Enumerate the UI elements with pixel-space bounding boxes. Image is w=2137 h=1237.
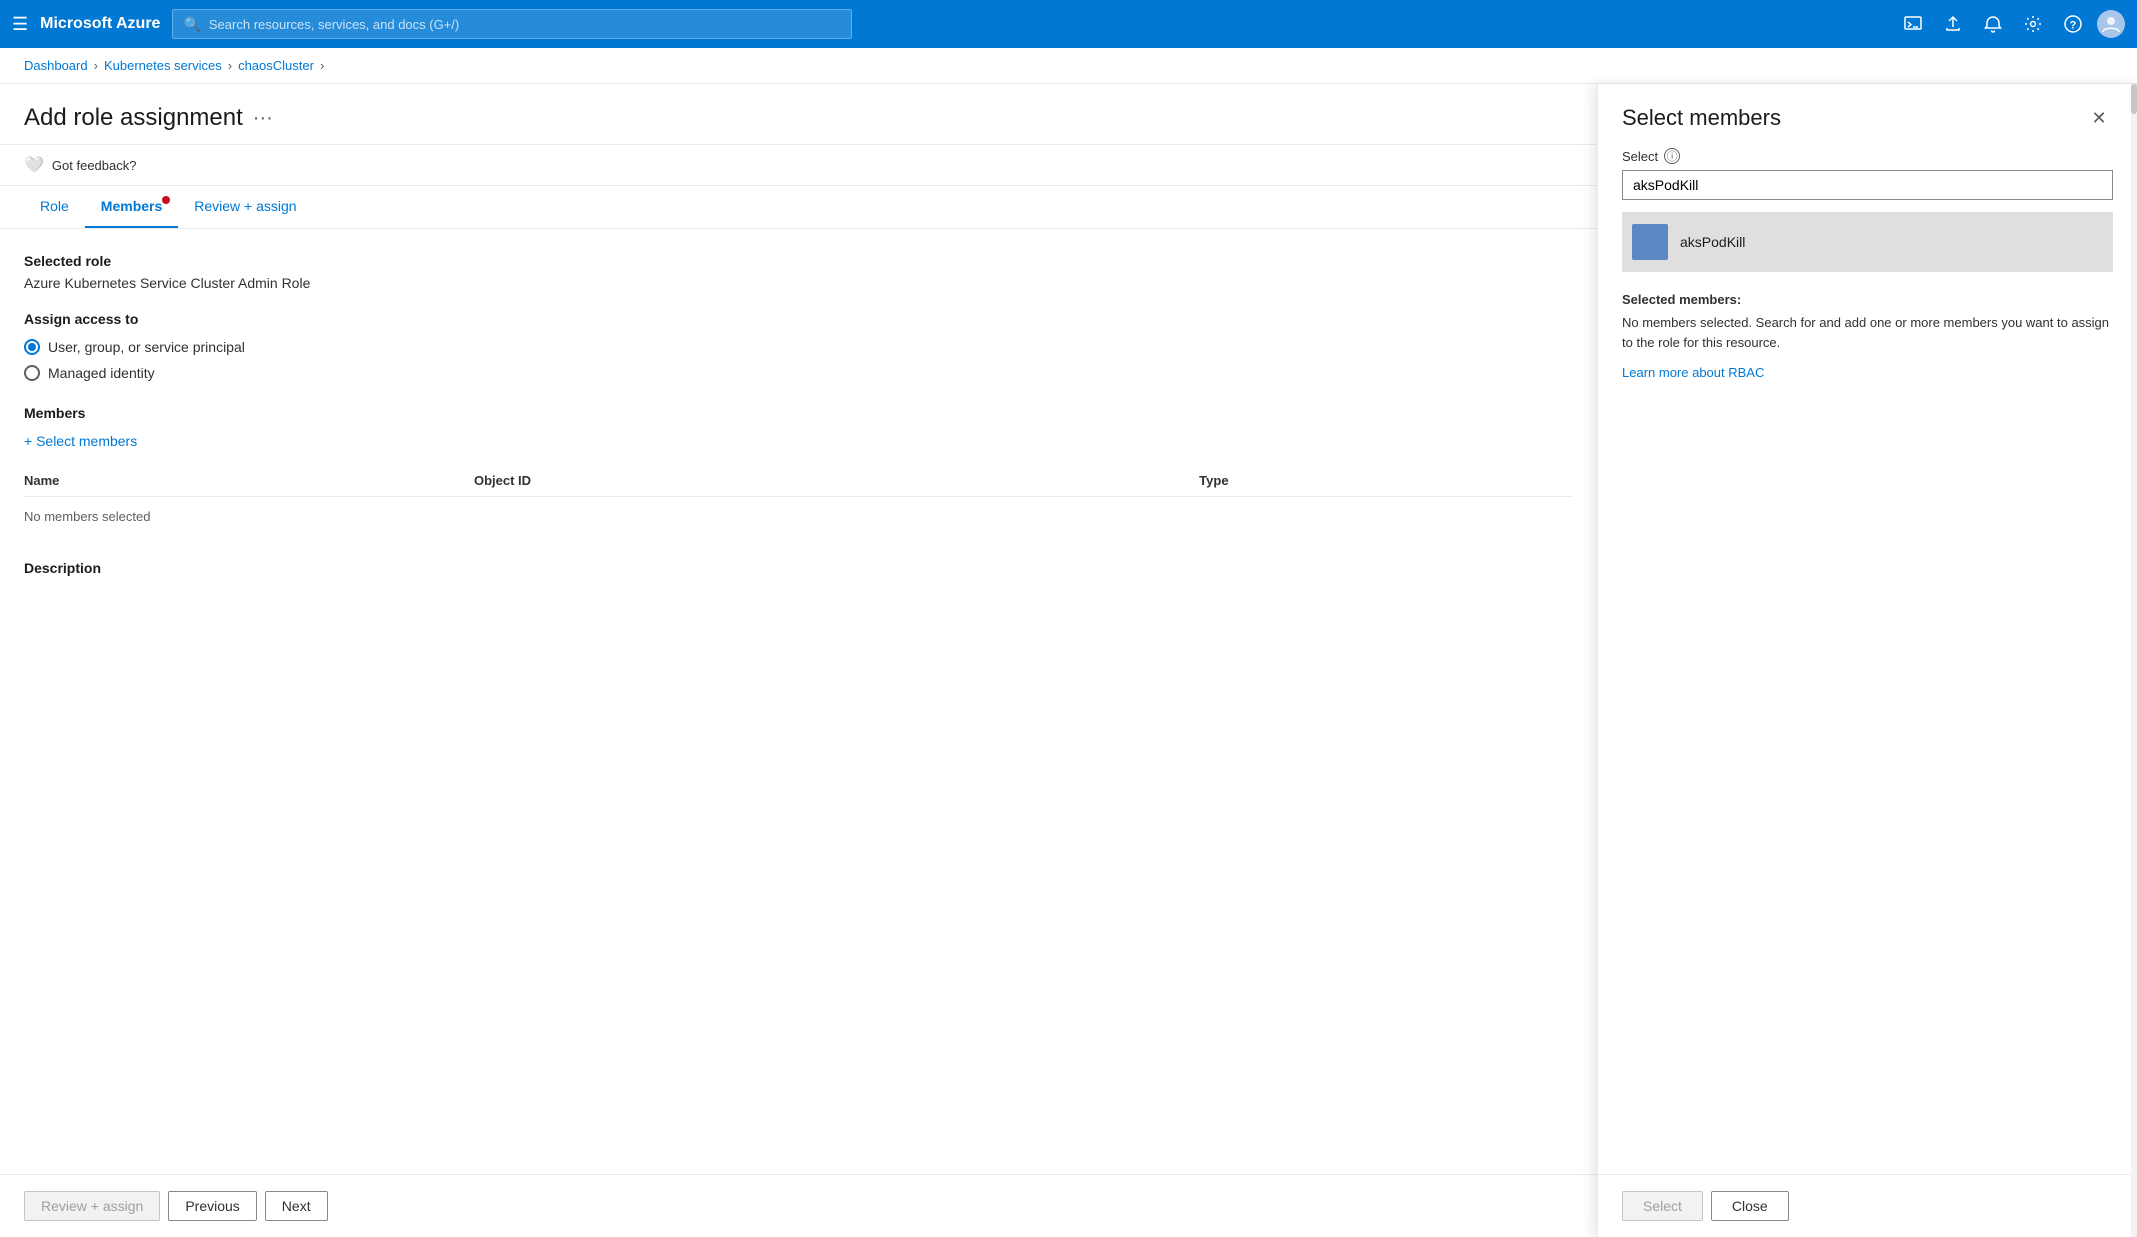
top-navigation: ☰ Microsoft Azure 🔍 ? bbox=[0, 0, 2137, 48]
more-options-button[interactable]: ··· bbox=[253, 107, 273, 130]
breadcrumb: Dashboard › Kubernetes services › chaosC… bbox=[0, 48, 2137, 84]
tab-members-dot bbox=[162, 196, 170, 204]
panel-scrollbar[interactable] bbox=[2131, 84, 2137, 1237]
breadcrumb-item-dashboard[interactable]: Dashboard bbox=[24, 58, 88, 73]
members-section: Members + Select members Name Object ID … bbox=[24, 405, 1573, 536]
panel-content: Select ⓘ aksPodKill Selected members: No… bbox=[1598, 148, 2137, 1174]
members-label: Members bbox=[24, 405, 1573, 421]
scrollbar-thumb bbox=[2131, 84, 2137, 114]
no-members-text: No members selected bbox=[24, 497, 1573, 537]
form-content: Selected role Azure Kubernetes Service C… bbox=[0, 229, 1597, 604]
assign-access-label: Assign access to bbox=[24, 311, 1573, 327]
settings-icon[interactable] bbox=[2017, 8, 2049, 40]
search-icon: 🔍 bbox=[183, 16, 200, 33]
result-name: aksPodKill bbox=[1680, 234, 1745, 250]
breadcrumb-sep-1: › bbox=[94, 58, 98, 73]
tab-review[interactable]: Review + assign bbox=[178, 186, 312, 228]
breadcrumb-sep-3: › bbox=[320, 58, 324, 73]
review-assign-button[interactable]: Review + assign bbox=[24, 1191, 160, 1221]
panel-close-button[interactable]: ✕ bbox=[2085, 104, 2113, 132]
page-title: Add role assignment bbox=[24, 104, 243, 132]
radio-user-group[interactable]: User, group, or service principal bbox=[24, 339, 1573, 355]
bell-icon[interactable] bbox=[1977, 8, 2009, 40]
breadcrumb-item-k8s[interactable]: Kubernetes services bbox=[104, 58, 222, 73]
hamburger-menu[interactable]: ☰ bbox=[12, 14, 28, 35]
select-label: Select ⓘ bbox=[1622, 148, 2113, 164]
bottom-bar: Review + assign Previous Next bbox=[0, 1174, 1597, 1237]
radio-managed-identity-label: Managed identity bbox=[48, 365, 155, 381]
selected-members-desc: No members selected. Search for and add … bbox=[1622, 313, 2113, 352]
panel-footer: Select Close bbox=[1598, 1174, 2137, 1237]
description-section: Description bbox=[24, 560, 1573, 576]
selected-role-value: Azure Kubernetes Service Cluster Admin R… bbox=[24, 275, 1573, 291]
select-members-panel: Select members ✕ Select ⓘ aksPodKill Sel… bbox=[1597, 84, 2137, 1237]
tab-role[interactable]: Role bbox=[24, 186, 85, 228]
col-name: Name bbox=[24, 465, 474, 497]
feedback-bar: 🤍 Got feedback? bbox=[0, 145, 1597, 186]
page-header: Add role assignment ··· bbox=[0, 84, 1597, 145]
panel-select-button[interactable]: Select bbox=[1622, 1191, 1703, 1221]
radio-user-group-circle bbox=[24, 339, 40, 355]
tabs: Role Members Review + assign bbox=[0, 186, 1597, 229]
selected-role-section: Selected role Azure Kubernetes Service C… bbox=[24, 253, 1573, 291]
result-icon bbox=[1632, 224, 1668, 260]
search-result-item[interactable]: aksPodKill bbox=[1622, 212, 2113, 272]
col-object-id: Object ID bbox=[474, 465, 1199, 497]
search-input[interactable] bbox=[209, 17, 842, 32]
col-type: Type bbox=[1199, 465, 1573, 497]
description-label: Description bbox=[24, 560, 1573, 576]
heart-icon: 🤍 bbox=[24, 155, 44, 175]
panel-close-btn[interactable]: Close bbox=[1711, 1191, 1789, 1221]
rbac-link[interactable]: Learn more about RBAC bbox=[1622, 365, 1764, 380]
breadcrumb-sep-2: › bbox=[228, 58, 232, 73]
brand-logo: Microsoft Azure bbox=[40, 15, 160, 33]
terminal-icon[interactable] bbox=[1897, 8, 1929, 40]
radio-user-group-label: User, group, or service principal bbox=[48, 339, 245, 355]
assign-access-section: Assign access to User, group, or service… bbox=[24, 311, 1573, 381]
nav-icons: ? bbox=[1897, 8, 2125, 40]
search-bar[interactable]: 🔍 bbox=[172, 9, 852, 39]
selected-role-label: Selected role bbox=[24, 253, 1573, 269]
table-row-empty: No members selected bbox=[24, 497, 1573, 537]
feedback-label[interactable]: Got feedback? bbox=[52, 158, 137, 173]
upload-icon[interactable] bbox=[1937, 8, 1969, 40]
select-info-icon[interactable]: ⓘ bbox=[1664, 148, 1680, 164]
avatar[interactable] bbox=[2097, 10, 2125, 38]
selected-members-section: Selected members: No members selected. S… bbox=[1622, 292, 2113, 382]
next-button[interactable]: Next bbox=[265, 1191, 328, 1221]
panel-title: Select members bbox=[1622, 105, 1781, 131]
members-table: Name Object ID Type No members selected bbox=[24, 465, 1573, 536]
member-search-input[interactable] bbox=[1622, 170, 2113, 200]
svg-text:?: ? bbox=[2070, 20, 2077, 32]
selected-members-title: Selected members: bbox=[1622, 292, 2113, 307]
select-members-button[interactable]: + Select members bbox=[24, 433, 1573, 449]
tab-members[interactable]: Members bbox=[85, 186, 178, 228]
radio-managed-identity[interactable]: Managed identity bbox=[24, 365, 1573, 381]
left-panel: Add role assignment ··· 🤍 Got feedback? … bbox=[0, 84, 1597, 1237]
access-options: User, group, or service principal Manage… bbox=[24, 339, 1573, 381]
help-icon[interactable]: ? bbox=[2057, 8, 2089, 40]
radio-managed-identity-circle bbox=[24, 365, 40, 381]
main-layout: Add role assignment ··· 🤍 Got feedback? … bbox=[0, 84, 2137, 1237]
breadcrumb-item-cluster[interactable]: chaosCluster bbox=[238, 58, 314, 73]
panel-header: Select members ✕ bbox=[1598, 84, 2137, 148]
previous-button[interactable]: Previous bbox=[168, 1191, 256, 1221]
